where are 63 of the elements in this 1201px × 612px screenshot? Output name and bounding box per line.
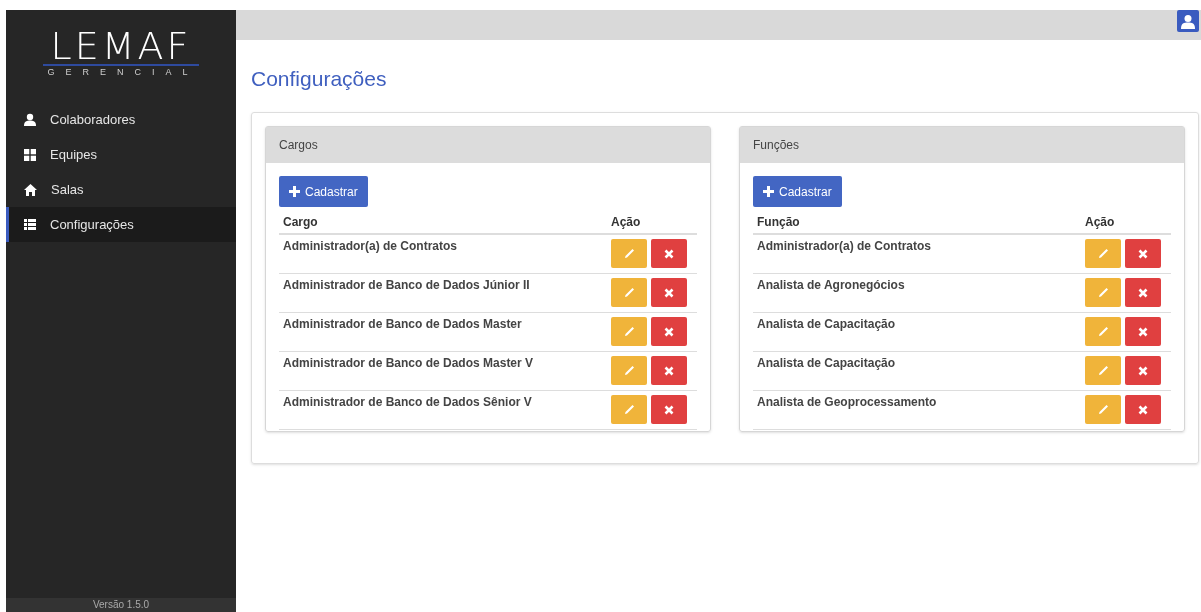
user-button[interactable] bbox=[1177, 10, 1199, 32]
delete-button[interactable] bbox=[651, 239, 687, 268]
pencil-icon bbox=[1097, 404, 1109, 415]
version-label: Versão 1.5.0 bbox=[6, 598, 236, 612]
pencil-icon bbox=[623, 326, 635, 337]
table-cell-text: Analista de Geoprocessamento bbox=[756, 395, 938, 409]
plus-icon bbox=[289, 186, 300, 197]
close-icon bbox=[664, 404, 674, 415]
nav-item[interactable]: Equipes bbox=[6, 137, 236, 172]
delete-button[interactable] bbox=[1125, 395, 1161, 424]
close-icon bbox=[664, 287, 674, 298]
table-cell-text: Analista de Capacitação bbox=[756, 317, 897, 331]
pencil-icon bbox=[1097, 326, 1109, 337]
table-cell-text: Administrador(a) de Contratos bbox=[282, 239, 458, 253]
pencil-icon bbox=[623, 248, 635, 259]
table-cell-text: Administrador de Banco de Dados Master V bbox=[282, 356, 535, 370]
panel-header: Cargos bbox=[266, 127, 710, 163]
plus-icon bbox=[763, 186, 774, 197]
table-cell-text: Administrador de Banco de Dados Júnior II bbox=[282, 278, 531, 292]
column-header: Função bbox=[756, 214, 801, 231]
column-header: Ação bbox=[611, 214, 641, 231]
close-icon bbox=[664, 326, 674, 337]
close-icon bbox=[1138, 326, 1148, 337]
delete-button[interactable] bbox=[1125, 239, 1161, 268]
page-title: Configurações bbox=[251, 66, 388, 92]
add-button[interactable]: Cadastrar bbox=[753, 176, 842, 207]
nav-item[interactable]: Salas bbox=[6, 172, 236, 207]
pencil-icon bbox=[623, 365, 635, 376]
home-icon bbox=[24, 183, 37, 196]
table-cell-text: Analista de Agronegócios bbox=[756, 278, 906, 292]
table-cell-text: Administrador(a) de Contratos bbox=[756, 239, 932, 253]
pencil-icon bbox=[623, 287, 635, 298]
user-icon bbox=[24, 113, 36, 126]
column-header: Ação bbox=[1085, 214, 1115, 231]
grid-icon bbox=[24, 148, 36, 161]
delete-button[interactable] bbox=[651, 356, 687, 385]
close-icon bbox=[1138, 365, 1148, 376]
table-cell-text: Analista de Capacitação bbox=[756, 356, 897, 370]
close-icon bbox=[664, 248, 674, 259]
list-icon bbox=[24, 219, 36, 230]
pencil-icon bbox=[1097, 365, 1109, 376]
logo: LEMAF GERENCIAL bbox=[43, 28, 199, 80]
close-icon bbox=[1138, 404, 1148, 415]
add-button[interactable]: Cadastrar bbox=[279, 176, 368, 207]
table-cell-text: Administrador de Banco de Dados Master bbox=[282, 317, 523, 331]
pencil-icon bbox=[1097, 287, 1109, 298]
delete-button[interactable] bbox=[1125, 278, 1161, 307]
delete-button[interactable] bbox=[651, 395, 687, 424]
panel-header: Funções bbox=[740, 127, 1184, 163]
column-header: Cargo bbox=[282, 214, 319, 231]
user-icon bbox=[1181, 13, 1195, 29]
close-icon bbox=[1138, 248, 1148, 259]
close-icon bbox=[1138, 287, 1148, 298]
pencil-icon bbox=[623, 404, 635, 415]
close-icon bbox=[664, 365, 674, 376]
delete-button[interactable] bbox=[651, 317, 687, 346]
delete-button[interactable] bbox=[1125, 356, 1161, 385]
delete-button[interactable] bbox=[1125, 317, 1161, 346]
pencil-icon bbox=[1097, 248, 1109, 259]
nav-item[interactable]: Colaboradores bbox=[6, 102, 236, 137]
table-cell-text: Administrador de Banco de Dados Sênior V bbox=[282, 395, 533, 409]
nav-item[interactable]: Configurações bbox=[6, 207, 236, 242]
delete-button[interactable] bbox=[651, 278, 687, 307]
